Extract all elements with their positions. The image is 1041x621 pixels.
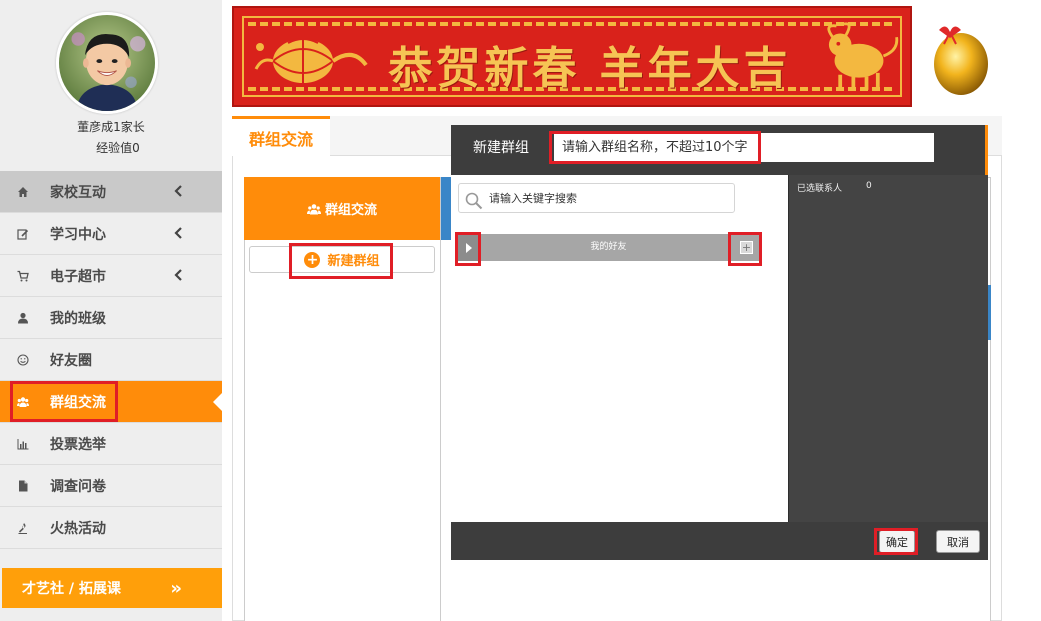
talent-club-label: 才艺社 / 拓展课 <box>22 581 121 597</box>
group-name-input[interactable] <box>554 133 934 162</box>
expand-group-button[interactable] <box>458 234 479 261</box>
sidebar-menu: 家校互动 学习中心 电子超市 我的班级 好友圈 群组交流 投票选举 调查问卷 火… <box>0 171 222 549</box>
file-icon <box>16 479 30 493</box>
confirm-button[interactable]: 确定 <box>879 530 915 553</box>
new-group-label: 新建群组 <box>327 254 380 269</box>
sidebar-item-label: 调查问卷 <box>50 478 106 495</box>
caret-right-icon <box>465 242 472 253</box>
friend-group-row[interactable]: 我的好友 + <box>458 234 759 261</box>
sidebar-item-label: 火热活动 <box>50 520 106 537</box>
cancel-button[interactable]: 取消 <box>936 530 980 553</box>
chevron-left-icon <box>174 227 182 239</box>
banner-greeting: 恭贺新春 羊年大吉 <box>388 43 792 94</box>
new-year-banner: 恭贺新春 羊年大吉 <box>232 6 912 107</box>
sidebar-item-group-chat[interactable]: 群组交流 <box>0 381 222 423</box>
cart-icon <box>16 269 30 283</box>
add-all-button[interactable]: + <box>740 241 753 254</box>
chevron-left-icon <box>174 269 182 281</box>
home-icon <box>16 185 30 199</box>
new-group-dialog: 新建群组 我的好友 + 已选联系人 0 确定 取消 <box>451 125 988 560</box>
contact-search-box <box>458 183 735 213</box>
double-chevron-right-icon: » <box>170 578 182 599</box>
sidebar-item-label: 电子超市 <box>50 268 106 285</box>
sidebar-item-friends-circle[interactable]: 好友圈 <box>0 339 222 381</box>
sidebar-item-home-school[interactable]: 家校互动 <box>0 171 222 213</box>
group-list-header: 群组交流 <box>244 177 440 240</box>
sidebar: 董彦成1家长 经验值0 家校互动 学习中心 电子超市 我的班级 好友圈 群组交流… <box>0 0 222 621</box>
search-icon <box>465 192 483 210</box>
sidebar-item-label: 家校互动 <box>50 184 106 201</box>
lantern-decoration-icon <box>254 38 368 83</box>
talent-club-button[interactable]: 才艺社 / 拓展课 » <box>2 568 222 608</box>
edit-icon <box>16 227 30 241</box>
sidebar-item-learning-center[interactable]: 学习中心 <box>0 213 222 255</box>
sidebar-item-label: 我的班级 <box>50 310 106 327</box>
sidebar-item-label: 群组交流 <box>50 394 106 411</box>
sidebar-item-label: 好友圈 <box>50 352 92 369</box>
sidebar-item-e-market[interactable]: 电子超市 <box>0 255 222 297</box>
contact-picker: 我的好友 + <box>451 175 788 522</box>
sidebar-item-label: 投票选举 <box>50 436 106 453</box>
avatar[interactable] <box>56 12 158 114</box>
torch-icon <box>16 521 30 535</box>
group-list-column: 群组交流 + 新建群组 <box>244 177 441 621</box>
golden-egg-icon[interactable] <box>930 20 992 96</box>
selected-contacts-panel: 已选联系人 0 <box>788 175 988 522</box>
tab-group-chat[interactable]: 群组交流 <box>232 116 330 156</box>
sidebar-item-hot-events[interactable]: 火热活动 <box>0 507 222 549</box>
sidebar-item-voting[interactable]: 投票选举 <box>0 423 222 465</box>
selected-contacts-count: 0 <box>866 181 872 191</box>
users-icon <box>16 395 30 409</box>
active-indicator <box>213 393 222 411</box>
plus-circle-icon: + <box>304 251 321 268</box>
user-name: 董彦成1家长 <box>77 120 145 134</box>
dialog-accent <box>985 125 988 175</box>
sidebar-item-label: 学习中心 <box>50 226 106 243</box>
dialog-title: 新建群组 <box>473 140 529 156</box>
group-list-title: 群组交流 <box>324 203 377 218</box>
user-experience: 经验值0 <box>96 141 140 155</box>
dialog-footer: 确定 取消 <box>451 522 988 560</box>
goat-decoration-icon <box>827 22 899 90</box>
contact-search-input[interactable] <box>489 188 729 208</box>
smile-icon <box>16 353 30 367</box>
new-group-button[interactable]: + 新建群组 <box>249 246 435 273</box>
sidebar-item-my-class[interactable]: 我的班级 <box>0 297 222 339</box>
friend-group-label: 我的好友 <box>590 242 627 252</box>
sidebar-item-survey[interactable]: 调查问卷 <box>0 465 222 507</box>
chevron-left-icon <box>174 185 182 197</box>
users-icon <box>306 203 321 214</box>
user-icon <box>16 311 30 325</box>
selected-contacts-label: 已选联系人 <box>797 184 843 194</box>
bar-chart-icon <box>16 437 30 451</box>
